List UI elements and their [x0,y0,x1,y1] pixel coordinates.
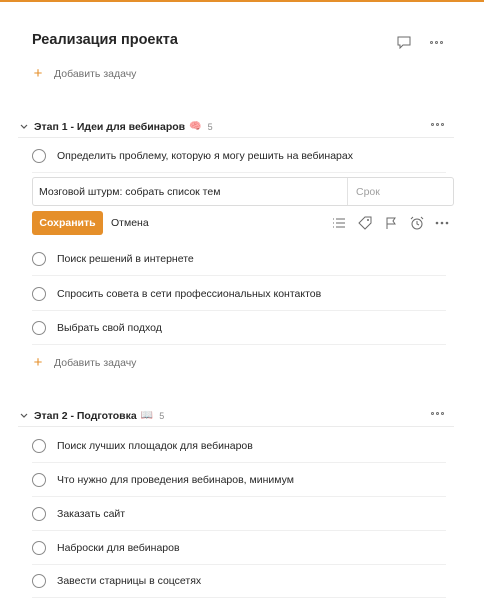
section-header[interactable]: Этап 2 - Подготовка 📖 5 [18,405,454,427]
more-icon[interactable] [431,123,444,126]
task-checkbox[interactable] [32,320,46,335]
add-task-label: Добавить задачу [54,67,137,80]
task-item[interactable]: Поиск лучших площадок для вебинаров [32,429,446,463]
more-icon[interactable] [431,412,444,415]
project-view: Реализация проекта + Добавить задачу Эта… [0,2,484,600]
section-header[interactable]: Этап 1 - Идеи для вебинаров 🧠 5 [18,116,454,138]
task-item[interactable]: Заказать сайт [32,497,446,531]
task-item[interactable]: Наброски для вебинаров [32,531,446,565]
task-label: Наброски для вебинаров [57,541,180,554]
flag-icon[interactable] [383,215,399,231]
task-item[interactable]: Спросить совета в сети профессиональных … [32,277,446,311]
task-label: Определить проблему, которую я могу реши… [57,149,353,162]
task-checkbox[interactable] [32,286,46,301]
task-label: Выбрать свой подход [57,321,162,334]
task-label: Заказать сайт [57,507,126,520]
add-task-label: Добавить задачу [54,356,137,369]
more-icon[interactable] [427,33,445,51]
task-label: Поиск решений в интернете [57,252,194,265]
plus-icon: + [33,354,43,371]
task-label: Что нужно для проведения вебинаров, мини… [57,473,294,486]
add-task-button[interactable]: + Добавить задачу [32,354,137,371]
task-checkbox[interactable] [32,148,46,163]
plus-icon: + [33,65,43,82]
task-checkbox[interactable] [32,506,46,521]
book-emoji: 📖 [140,410,154,421]
task-label: Завести старницы в соцсетях [57,574,202,587]
task-checkbox[interactable] [32,438,46,453]
task-checkbox[interactable] [32,472,46,487]
task-label: Поиск лучших площадок для вебинаров [57,439,253,452]
task-item[interactable]: Завести старницы в соцсетях [32,564,446,598]
list-icon[interactable] [331,215,347,231]
section-title: Этап 1 - Идеи для вебинаров [34,120,186,133]
brain-emoji: 🧠 [189,121,202,132]
chevron-down-icon[interactable] [18,413,30,418]
task-item[interactable]: Определить проблему, которую я могу реши… [32,139,446,173]
task-item[interactable]: Что нужно для проведения вебинаров, мини… [32,463,446,497]
cancel-button[interactable]: Отмена [111,211,149,235]
add-task-button[interactable]: + Добавить задачу [32,65,137,82]
project-title: Реализация проекта [32,32,178,48]
due-date-input[interactable]: Срок [347,178,453,205]
task-checkbox[interactable] [32,573,46,588]
alarm-icon[interactable] [409,215,425,231]
task-checkbox[interactable] [32,540,46,555]
section-title: Этап 2 - Подготовка [34,409,137,422]
comment-icon[interactable] [395,33,413,51]
label-icon[interactable] [357,215,373,231]
task-count: 5 [159,410,165,421]
task-editor: Мозговой штурм: собрать список тем Срок [32,177,454,206]
task-label: Спросить совета в сети профессиональных … [57,287,322,300]
task-item[interactable]: Выбрать свой подход [32,311,446,345]
save-button[interactable]: Сохранить [32,211,103,235]
task-count: 5 [207,121,213,132]
task-checkbox[interactable] [32,251,46,266]
chevron-down-icon[interactable] [18,124,30,129]
more-icon[interactable] [434,215,450,231]
task-item[interactable]: Поиск решений в интернете [32,242,446,276]
task-name-input[interactable]: Мозговой штурм: собрать список тем [33,186,347,198]
